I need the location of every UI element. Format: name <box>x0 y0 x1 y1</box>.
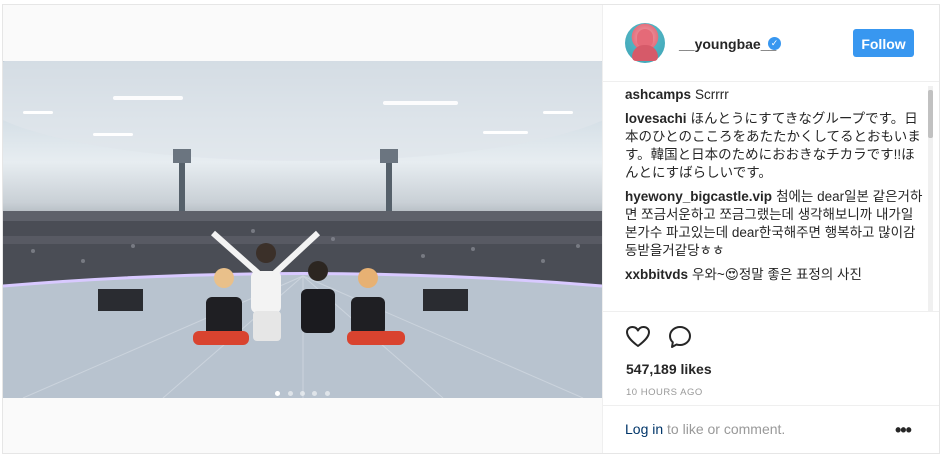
carousel-dot[interactable] <box>300 391 305 396</box>
post-timestamp[interactable]: 10 HOURS AGO <box>626 387 703 398</box>
ellipsis-icon[interactable]: ••• <box>895 420 912 441</box>
comment-text: 우와~😍정말 좋은 표정의 사진 <box>692 267 862 282</box>
username-link[interactable]: __youngbae__ <box>679 36 776 52</box>
likes-count[interactable]: 547,189 likes <box>626 361 712 377</box>
concert-stage-photo[interactable] <box>3 61 602 398</box>
login-link[interactable]: Log in <box>625 421 663 437</box>
follow-button[interactable]: Follow <box>853 29 914 57</box>
comment: hyewony_bigcastle.vip 첨에는 dear일본 같은거하면 쪼금… <box>625 188 925 260</box>
post-footer: Log in to like or comment. ••• <box>603 405 939 454</box>
carousel-dot[interactable] <box>312 391 318 396</box>
speech-bubble-icon[interactable] <box>667 324 693 350</box>
post-media <box>3 5 602 453</box>
comment-username[interactable]: lovesachi <box>625 111 687 126</box>
comment-username[interactable]: xxbbitvds <box>625 267 688 282</box>
carousel-indicator <box>3 383 602 401</box>
carousel-dot[interactable] <box>287 391 293 396</box>
comments-scrollbar[interactable] <box>928 86 933 312</box>
photo-illustration <box>3 61 602 398</box>
avatar[interactable] <box>625 23 665 63</box>
comments-list[interactable]: ashcamps Scrrrr lovesachi ほんとうにすてきなグループです。… <box>625 86 925 312</box>
post-header: __youngbae__ ✓ Follow <box>603 5 939 82</box>
login-prompt-text: to like or comment. <box>663 421 786 437</box>
carousel-dot[interactable] <box>275 391 281 396</box>
verified-badge-icon: ✓ <box>768 37 781 50</box>
heart-outline-icon[interactable] <box>625 324 651 350</box>
comment: xxbbitvds 우와~😍정말 좋은 표정의 사진 <box>625 266 925 284</box>
post-sidebar: __youngbae__ ✓ Follow ashcamps Scrrrr lov… <box>602 5 939 453</box>
post-actions: 547,189 likes 10 HOURS AGO <box>603 311 939 412</box>
comment: lovesachi ほんとうにすてきなグループです。日本のひとのこころをあたたかく… <box>625 110 925 182</box>
comment-username[interactable]: ashcamps <box>625 87 691 102</box>
comment-text: Scrrrr <box>695 87 729 102</box>
carousel-dot[interactable] <box>324 391 330 396</box>
login-prompt: Log in to like or comment. <box>625 421 785 437</box>
avatar-body <box>632 45 658 61</box>
scrollbar-thumb[interactable] <box>928 90 933 138</box>
comment-username[interactable]: hyewony_bigcastle.vip <box>625 189 772 204</box>
instagram-post: __youngbae__ ✓ Follow ashcamps Scrrrr lov… <box>2 4 940 454</box>
comment: ashcamps Scrrrr <box>625 86 925 104</box>
